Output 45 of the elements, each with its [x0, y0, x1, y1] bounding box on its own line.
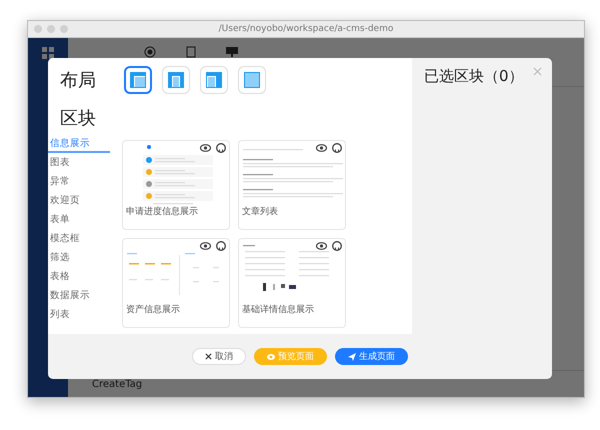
- list-item[interactable]: CreateTag: [92, 378, 142, 390]
- record-icon[interactable]: [144, 46, 156, 58]
- block-card[interactable]: 文章列表: [238, 140, 346, 230]
- category-tab[interactable]: 数据展示: [48, 286, 110, 305]
- layout-icon: [242, 70, 262, 90]
- eye-icon[interactable]: [200, 242, 211, 250]
- category-tab[interactable]: 异常: [48, 172, 110, 191]
- cat-logo-icon[interactable]: [216, 241, 226, 251]
- eye-icon[interactable]: [316, 242, 327, 250]
- cancel-button[interactable]: 取消: [192, 348, 246, 365]
- layout-option[interactable]: [124, 66, 152, 94]
- category-tab[interactable]: 表格: [48, 267, 110, 286]
- eye-icon[interactable]: [316, 144, 327, 152]
- panel-heading: 已选区块（0）: [424, 67, 524, 85]
- generate-button[interactable]: 生成页面: [335, 348, 408, 365]
- block-name: 申请进度信息展示: [125, 206, 199, 218]
- eye-icon: [267, 354, 275, 360]
- eye-icon[interactable]: [200, 144, 211, 152]
- document-icon[interactable]: [186, 46, 196, 58]
- grid-icon[interactable]: [41, 46, 55, 60]
- section-heading: 布局: [60, 69, 97, 92]
- block-name: 资产信息展示: [125, 304, 181, 316]
- block-card[interactable]: 资产信息展示: [122, 238, 230, 328]
- category-tab[interactable]: 筛选: [48, 248, 110, 267]
- close-icon: [205, 353, 212, 360]
- category-tab[interactable]: 欢迎页: [48, 191, 110, 210]
- layout-icon: [128, 70, 148, 90]
- layout-icon: [166, 70, 186, 90]
- cat-logo-icon[interactable]: [332, 143, 342, 153]
- cat-logo-icon[interactable]: [332, 241, 342, 251]
- section-heading: 区块: [60, 107, 97, 130]
- category-tab[interactable]: 模态框: [48, 229, 110, 248]
- layout-icon: [204, 70, 224, 90]
- monitor-icon[interactable]: [226, 46, 238, 58]
- cat-logo-icon[interactable]: [216, 143, 226, 153]
- block-card[interactable]: 申请进度信息展示: [122, 140, 230, 230]
- category-tab[interactable]: 图表: [48, 153, 110, 172]
- block-card[interactable]: 基础详情信息展示: [238, 238, 346, 328]
- send-icon: [348, 352, 356, 360]
- window-title: /Users/noyobo/workspace/a-cms-demo: [218, 24, 394, 34]
- category-tab[interactable]: 表单: [48, 210, 110, 229]
- block-name: 基础详情信息展示: [241, 304, 315, 316]
- block-name: 文章列表: [241, 206, 279, 218]
- category-tab[interactable]: 列表: [48, 305, 110, 324]
- category-tab[interactable]: 信息展示: [48, 134, 110, 153]
